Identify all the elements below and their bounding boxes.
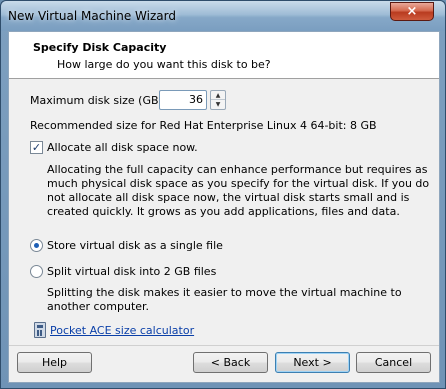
calculator-icon bbox=[34, 322, 46, 338]
allocate-all-checkbox[interactable]: ✓ bbox=[30, 141, 43, 154]
page-title: Specify Disk Capacity bbox=[33, 41, 167, 54]
close-button[interactable]: × bbox=[390, 2, 434, 21]
recommended-size-text: Recommended size for Red Hat Enterprise … bbox=[30, 119, 377, 132]
next-button[interactable]: Next > bbox=[275, 352, 350, 373]
wizard-header: Specify Disk Capacity How large do you w… bbox=[9, 32, 439, 79]
window-title: New Virtual Machine Wizard bbox=[8, 9, 176, 23]
pocket-ace-calculator-link[interactable]: Pocket ACE size calculator bbox=[50, 324, 194, 337]
spin-up-icon[interactable]: ▲ bbox=[211, 91, 225, 100]
allocate-description: Allocating the full capacity can enhance… bbox=[47, 163, 430, 218]
single-file-radio[interactable] bbox=[30, 239, 43, 252]
title-bar[interactable]: New Virtual Machine Wizard × bbox=[1, 1, 445, 31]
wizard-window: New Virtual Machine Wizard × Specify Dis… bbox=[0, 0, 446, 389]
max-disk-size-label: Maximum disk size (GB): bbox=[30, 94, 167, 107]
allocate-all-label[interactable]: Allocate all disk space now. bbox=[47, 141, 198, 154]
close-icon: × bbox=[406, 4, 418, 19]
page-subtitle: How large do you want this disk to be? bbox=[57, 58, 271, 71]
single-file-label[interactable]: Store virtual disk as a single file bbox=[47, 239, 223, 252]
split-description: Splitting the disk makes it easier to mo… bbox=[47, 286, 402, 313]
disk-size-spinner[interactable]: ▲ ▼ bbox=[210, 90, 226, 110]
spin-down-icon[interactable]: ▼ bbox=[211, 100, 225, 109]
footer-divider bbox=[9, 345, 439, 346]
max-disk-size-input[interactable]: 36 bbox=[159, 90, 207, 110]
split-files-radio[interactable] bbox=[30, 265, 43, 278]
cancel-button[interactable]: Cancel bbox=[356, 352, 431, 373]
wizard-body: Specify Disk Capacity How large do you w… bbox=[8, 31, 440, 383]
split-files-label[interactable]: Split virtual disk into 2 GB files bbox=[47, 265, 216, 278]
help-button[interactable]: Help bbox=[17, 352, 92, 373]
back-button[interactable]: < Back bbox=[193, 352, 268, 373]
